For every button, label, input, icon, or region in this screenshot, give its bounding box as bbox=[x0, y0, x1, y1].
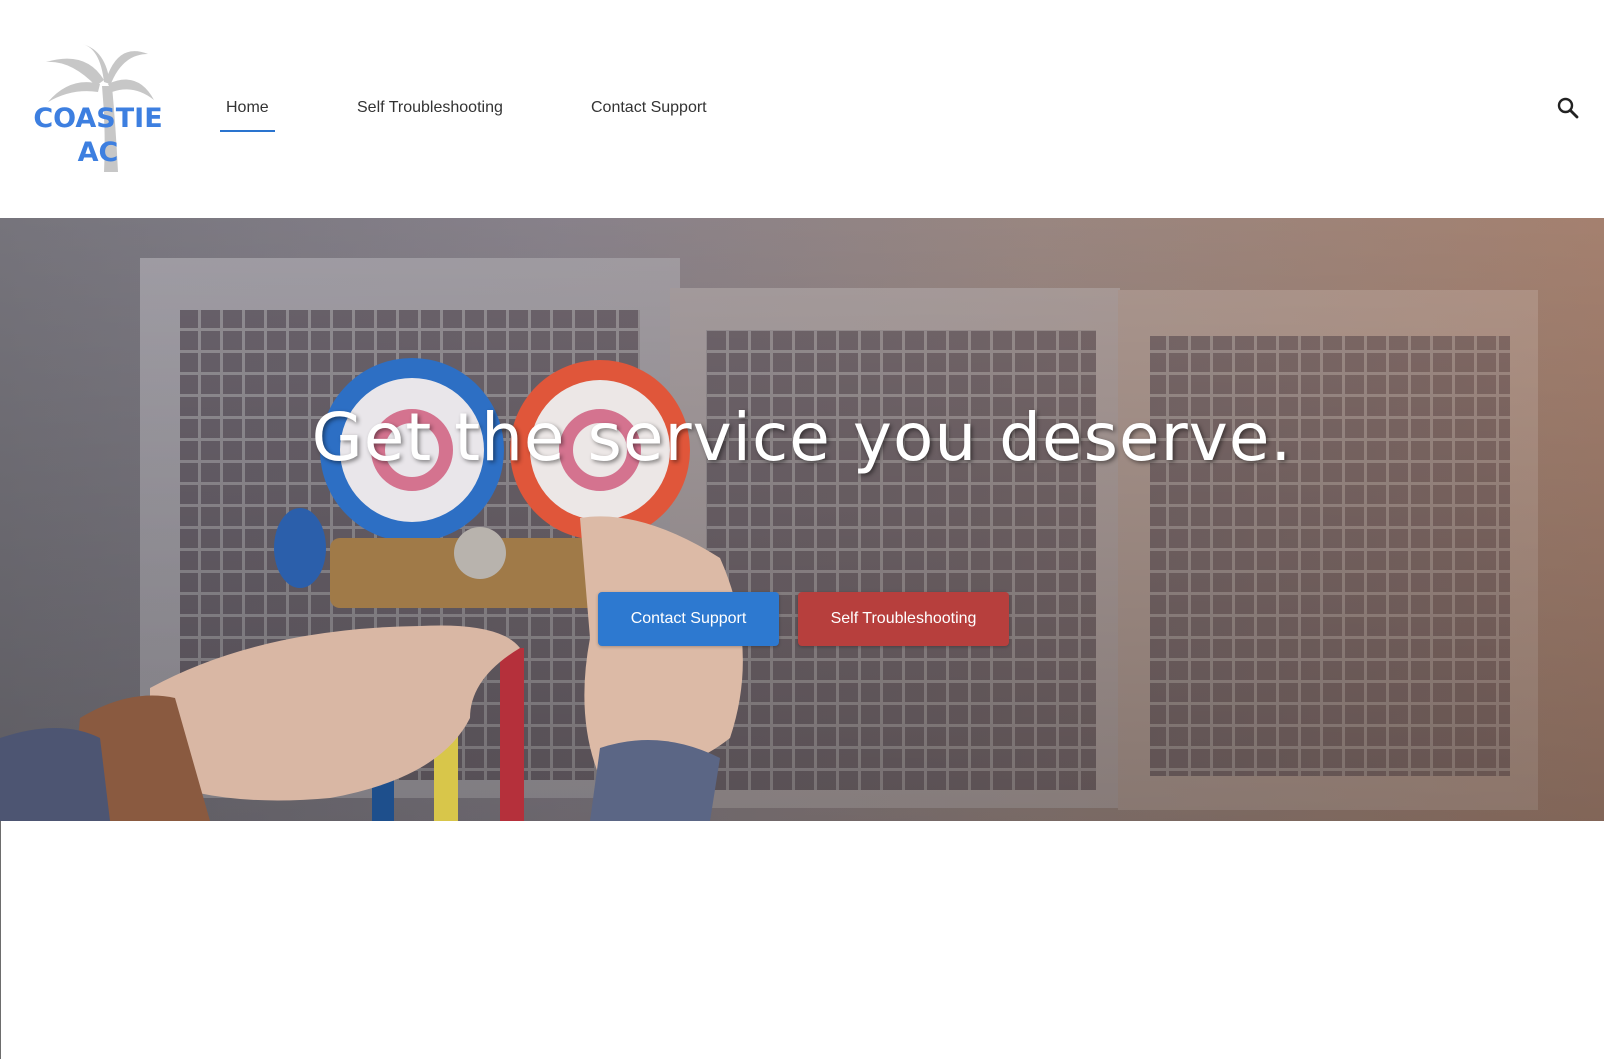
search-icon[interactable] bbox=[1556, 96, 1580, 120]
contact-support-button[interactable]: Contact Support bbox=[598, 592, 779, 646]
logo-wordmark: COASTIE AC bbox=[26, 102, 170, 170]
hero-banner: Get the service you deserve. Contact Sup… bbox=[0, 218, 1604, 821]
nav-item-contact-support[interactable]: Contact Support bbox=[591, 94, 707, 130]
nav-item-home[interactable]: Home bbox=[220, 94, 275, 132]
logo-line-1: COASTIE bbox=[33, 103, 163, 134]
site-header: COASTIE AC Home Self Troubleshooting Con… bbox=[0, 0, 1604, 218]
self-troubleshooting-button[interactable]: Self Troubleshooting bbox=[798, 592, 1009, 646]
logo-line-2: AC bbox=[77, 137, 119, 168]
hero-background-image bbox=[0, 218, 1604, 821]
site-logo[interactable]: COASTIE AC bbox=[26, 40, 170, 176]
nav-item-self-troubleshooting[interactable]: Self Troubleshooting bbox=[357, 94, 503, 130]
hero-title: Get the service you deserve. bbox=[311, 399, 1293, 476]
